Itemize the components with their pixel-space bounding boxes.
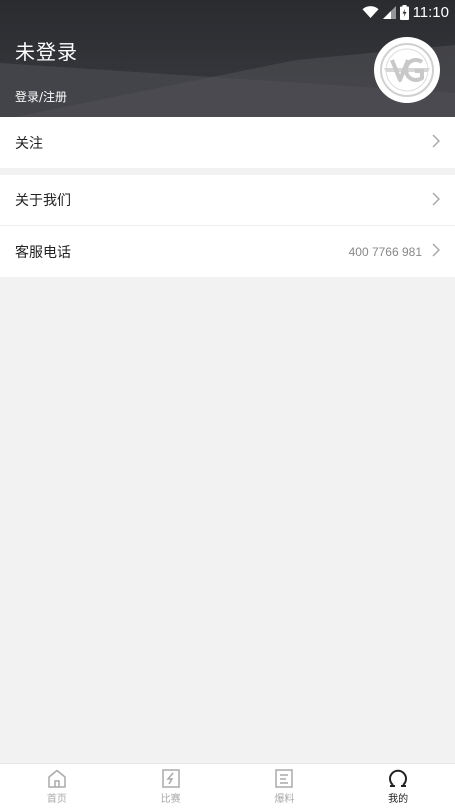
avatar[interactable] xyxy=(374,37,440,103)
chevron-right-icon xyxy=(432,191,441,210)
menu-item-about[interactable]: 关于我们 xyxy=(0,175,455,226)
tab-label: 比赛 xyxy=(160,794,181,805)
match-icon xyxy=(161,769,180,788)
tab-label: 首页 xyxy=(46,794,67,805)
home-icon xyxy=(48,769,66,788)
status-bar: 11:10 xyxy=(0,0,455,24)
tab-label: 爆料 xyxy=(274,794,295,805)
tab-match[interactable]: 比赛 xyxy=(114,764,228,810)
battery-icon xyxy=(399,4,409,20)
news-icon xyxy=(275,769,294,788)
tab-profile[interactable]: 我的 xyxy=(341,764,455,810)
menu-item-label: 客服电话 xyxy=(15,244,71,261)
chevron-right-icon xyxy=(432,242,441,261)
menu-item-service-phone[interactable]: 客服电话 400 7766 981 xyxy=(0,226,455,277)
tab-news[interactable]: 爆料 xyxy=(228,764,342,810)
service-phone-number: 400 7766 981 xyxy=(348,244,422,259)
signal-icon xyxy=(382,5,396,19)
page-title: 未登录 xyxy=(15,40,78,64)
vg-logo-icon xyxy=(380,43,434,97)
tab-home[interactable]: 首页 xyxy=(0,764,114,810)
menu-item-label: 关注 xyxy=(15,135,43,152)
profile-icon xyxy=(389,769,408,787)
profile-header: 11:10 未登录 登录/注册 xyxy=(0,0,455,117)
menu-item-follow[interactable]: 关注 xyxy=(0,117,455,168)
follow-section: 关注 xyxy=(0,117,455,168)
menu-item-label: 关于我们 xyxy=(15,193,71,209)
login-register-link[interactable]: 登录/注册 xyxy=(15,88,67,105)
status-time: 11:10 xyxy=(412,3,449,21)
wifi-icon xyxy=(362,5,379,18)
info-section: 关于我们 客服电话 400 7766 981 xyxy=(0,175,455,277)
chevron-right-icon xyxy=(432,133,441,152)
tab-label: 我的 xyxy=(388,794,409,805)
bottom-tab-bar: 首页 比赛 爆料 我的 xyxy=(0,763,455,810)
